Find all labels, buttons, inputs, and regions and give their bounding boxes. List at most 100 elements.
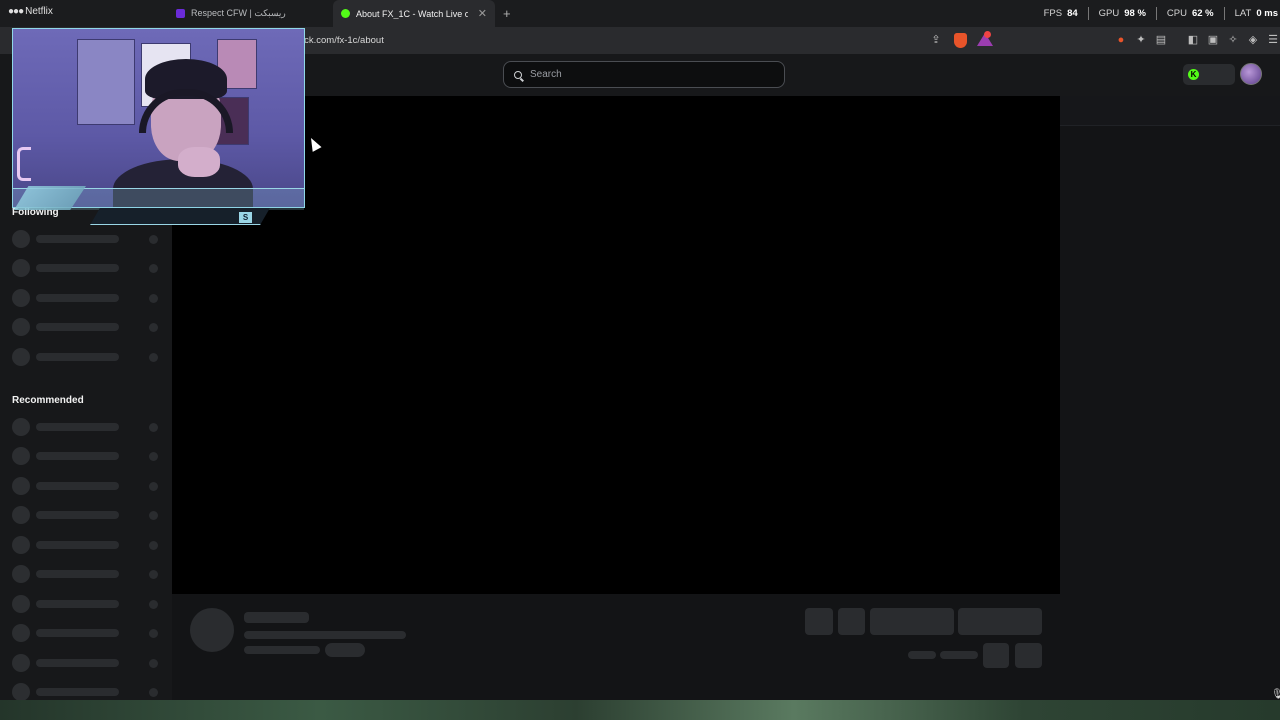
label-placeholder [36, 541, 119, 549]
avatar-placeholder [12, 595, 30, 613]
divider [1223, 7, 1225, 20]
status-placeholder [149, 264, 158, 273]
extension-orange-icon[interactable]: ● [1115, 34, 1127, 46]
status-placeholder [149, 323, 158, 332]
status-placeholder [149, 659, 158, 668]
share-button-placeholder[interactable] [983, 643, 1009, 668]
media-icon[interactable]: ▤ [1155, 34, 1167, 46]
action-button-placeholder[interactable] [805, 608, 833, 635]
avatar-placeholder [12, 289, 30, 307]
lat-stat: LAT 0 ms [1234, 8, 1278, 19]
avatar-placeholder [12, 506, 30, 524]
chat-panel-header [1060, 96, 1280, 126]
viewer-count-placeholder [908, 651, 936, 659]
tab-label: About FX_1C - Watch Live on Ki [356, 8, 468, 19]
new-tab-button[interactable]: + [503, 6, 511, 21]
microphone-icon: 🎙 [1271, 689, 1280, 700]
channel-name-placeholder [244, 612, 309, 623]
status-placeholder [149, 353, 158, 362]
url-text[interactable]: ick.com/fx-1c/about [302, 35, 384, 46]
label-placeholder [36, 659, 119, 667]
divider [1087, 7, 1089, 20]
sidebar-skeleton-row[interactable] [12, 318, 162, 336]
more-button-placeholder[interactable] [1015, 643, 1042, 668]
wall-poster [77, 39, 135, 125]
recommended-heading: Recommended [12, 395, 84, 406]
streamer-hand [178, 147, 220, 177]
avatar-placeholder [12, 447, 30, 465]
status-placeholder [149, 511, 158, 520]
avatar-placeholder [12, 624, 30, 642]
cpu-stat: CPU 62 % [1166, 8, 1214, 19]
search-input[interactable]: Search [503, 61, 785, 88]
label-placeholder [36, 235, 119, 243]
sidebar-skeleton-row[interactable] [12, 506, 162, 524]
tab-kick-fx1c[interactable]: About FX_1C - Watch Live on Ki ✕ [333, 0, 495, 27]
subscribe-button-placeholder[interactable] [958, 608, 1042, 635]
status-placeholder [149, 423, 158, 432]
sidebar-skeleton-row[interactable] [12, 289, 162, 307]
status-placeholder [149, 629, 158, 638]
label-placeholder [36, 629, 119, 637]
menu-icon[interactable]: ☰ [1267, 34, 1279, 46]
avatar-placeholder [12, 318, 30, 336]
kick-logo-icon: K [1188, 69, 1199, 80]
avatar-placeholder [12, 536, 30, 554]
label-placeholder [36, 600, 119, 608]
follow-button-placeholder[interactable] [870, 608, 954, 635]
sidebar-skeleton-row[interactable] [12, 565, 162, 583]
status-placeholder [149, 294, 158, 303]
action-button-placeholder[interactable] [838, 608, 865, 635]
sidebar-skeleton-row[interactable] [12, 418, 162, 436]
status-placeholder [149, 452, 158, 461]
label-placeholder [36, 452, 119, 460]
label-placeholder [36, 511, 119, 519]
respect-favicon-icon [176, 9, 185, 18]
sidebar-icon[interactable]: ◧ [1187, 34, 1199, 46]
puzzle-icon[interactable]: ✦ [1135, 34, 1147, 46]
vpn-icon[interactable]: ◈ [1247, 34, 1259, 46]
sidebar-skeleton-row[interactable] [12, 230, 162, 248]
desktop-background-strip [0, 700, 1280, 720]
share-icon[interactable]: ⇪ [930, 34, 942, 46]
wallet-icon[interactable]: ▣ [1207, 34, 1219, 46]
tab-label: Netflix [25, 6, 53, 17]
label-placeholder [36, 353, 119, 361]
gpu-stat: GPU 98 % [1098, 8, 1146, 19]
uptime-placeholder [940, 651, 978, 659]
sidebar-skeleton-row[interactable] [12, 477, 162, 495]
sidebar-skeleton-row[interactable] [12, 259, 162, 277]
avatar-placeholder [12, 259, 30, 277]
tab-label: Respect CFW | ريسبكت [191, 8, 286, 18]
webcam-overlay [12, 28, 305, 208]
sidebar-skeleton-row[interactable] [12, 624, 162, 642]
sidebar-skeleton-row[interactable] [12, 536, 162, 554]
category-placeholder [244, 646, 320, 654]
close-tab-icon[interactable]: ✕ [478, 7, 487, 20]
app-logo-icon: ●●● [8, 6, 24, 17]
status-placeholder [149, 235, 158, 244]
sidebar-skeleton-row[interactable] [12, 595, 162, 613]
avatar-placeholder [12, 683, 30, 701]
avatar-placeholder [12, 418, 30, 436]
status-placeholder [149, 600, 158, 609]
sidebar-skeleton-row[interactable] [12, 447, 162, 465]
notification-badge [984, 31, 991, 38]
label-placeholder [36, 264, 119, 272]
avatar[interactable] [1240, 63, 1262, 85]
avatar-placeholder [12, 654, 30, 672]
leo-icon[interactable]: ✧ [1227, 34, 1239, 46]
tab-strip: ●●● Netflix Respect CFW | ريسبكت About F… [0, 0, 1280, 27]
sidebar-skeleton-row[interactable] [12, 683, 162, 701]
sidebar-skeleton-row[interactable] [12, 654, 162, 672]
status-placeholder [149, 688, 158, 697]
sidebar-skeleton-row[interactable] [12, 348, 162, 366]
login-button[interactable]: K [1183, 64, 1235, 85]
avatar-placeholder [12, 230, 30, 248]
label-placeholder [36, 423, 119, 431]
tab-respect-cfw[interactable]: Respect CFW | ريسبكت [168, 0, 333, 27]
brave-shields-icon[interactable] [954, 33, 967, 48]
label-placeholder [36, 294, 119, 302]
video-player[interactable] [172, 96, 1060, 594]
tab-netflix[interactable]: ●●● Netflix [8, 6, 53, 17]
